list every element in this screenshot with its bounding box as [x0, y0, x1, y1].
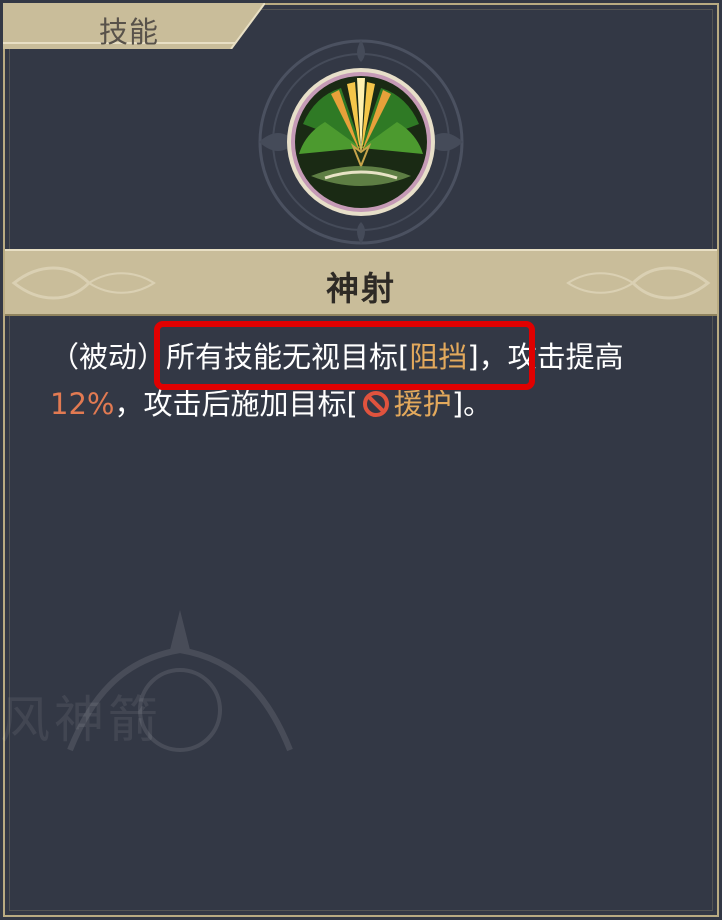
- desc-text-3: ，攻击后施加目标[: [114, 387, 358, 421]
- skill-description: （被动）所有技能无视目标[阻挡]，攻击提高 12%，攻击后施加目标[ 援护]。: [50, 334, 678, 432]
- desc-text-1: 所有技能无视目标[: [166, 340, 410, 374]
- skill-emblem: [255, 36, 467, 248]
- desc-passive-tag: （被动）: [50, 340, 167, 374]
- tab-label: 技能: [99, 15, 160, 49]
- prohibited-icon: [362, 385, 390, 432]
- attack-bonus-value: 12%: [50, 387, 115, 421]
- skill-name: 神射: [326, 269, 396, 308]
- desc-text-4: ]。: [451, 387, 493, 421]
- skill-panel: 技能 神射 （被动）所有技能无视目标[阻挡]，攻击提高 12%，攻击后施加目标[…: [0, 0, 722, 920]
- desc-text-2: ]，攻击提高: [467, 340, 624, 374]
- keyword-guard[interactable]: 援护: [394, 387, 452, 421]
- tab-skills[interactable]: 技能: [3, 3, 265, 49]
- skill-title-band: 神射: [5, 249, 717, 316]
- watermark-text: 风神箭: [0, 691, 162, 749]
- keyword-block[interactable]: 阻挡: [409, 340, 467, 374]
